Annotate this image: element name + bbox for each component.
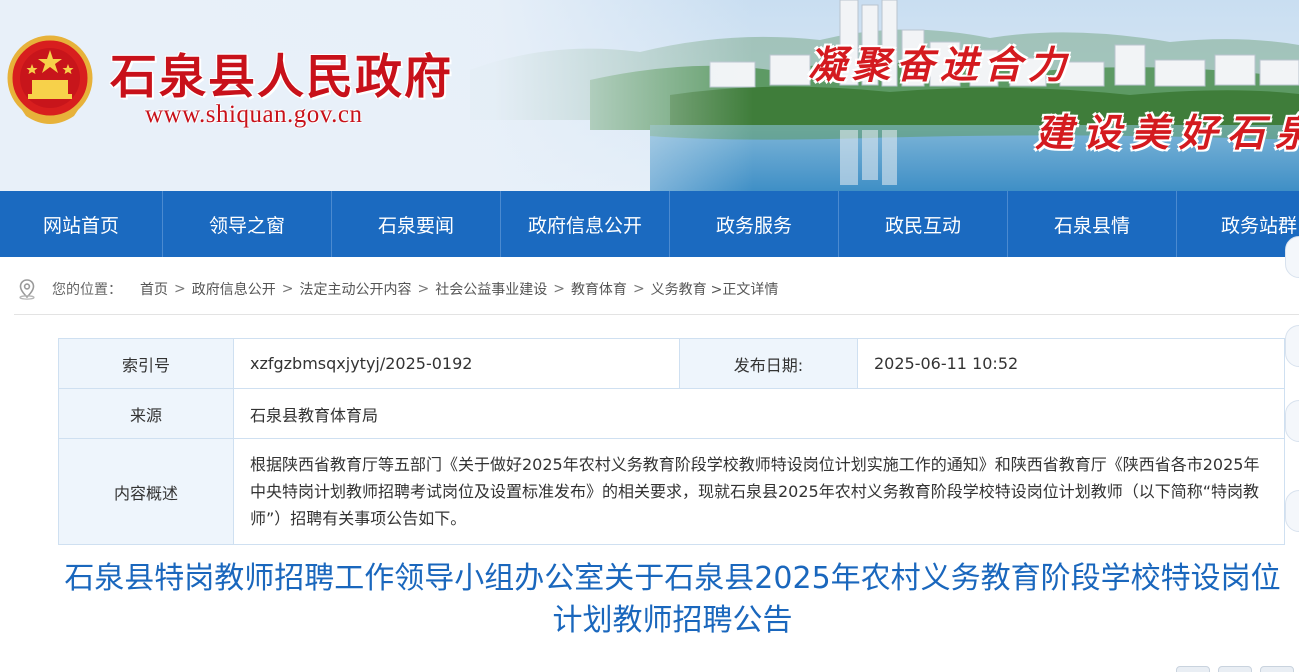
- table-row: 内容概述 根据陕西省教育厅等五部门《关于做好2025年农村义务教育阶段学校教师特…: [58, 438, 1285, 545]
- site-header: 石泉县人民政府 www.shiquan.gov.cn 凝聚奋进合力 建设美好石泉: [0, 0, 1299, 191]
- main-nav: 网站首页 领导之窗 石泉要闻 政府信息公开 政务服务 政民互动 石泉县情 政务站…: [0, 191, 1299, 257]
- index-value: xzfgzbmsqxjytyj/2025-0192: [233, 338, 680, 389]
- breadcrumb-separator: >: [281, 281, 294, 297]
- breadcrumb-separator: >: [174, 281, 186, 297]
- breadcrumb-current: >正文详情: [710, 282, 779, 298]
- breadcrumb-education-sports[interactable]: 教育体育: [571, 279, 627, 299]
- slogan-line-2: 建设美好石泉: [1035, 110, 1299, 155]
- source-label: 来源: [58, 388, 234, 439]
- nav-item-home[interactable]: 网站首页: [0, 191, 163, 257]
- index-label: 索引号: [58, 338, 234, 389]
- table-row: 来源 石泉县教育体育局: [58, 388, 1285, 439]
- breadcrumb-statutory-content[interactable]: 法定主动公开内容: [299, 279, 411, 299]
- nav-item-news[interactable]: 石泉要闻: [332, 191, 501, 257]
- side-float-button[interactable]: [1285, 400, 1299, 442]
- nav-item-interaction[interactable]: 政民互动: [839, 191, 1008, 257]
- nav-item-info-disclosure[interactable]: 政府信息公开: [501, 191, 670, 257]
- source-value: 石泉县教育体育局: [233, 388, 1285, 439]
- breadcrumb-separator: >: [417, 281, 430, 297]
- breadcrumb-compulsory-education[interactable]: 义务教育: [651, 279, 707, 299]
- breadcrumb-separator: >: [553, 281, 565, 297]
- slogan-line-1: 凝聚奋进合力: [808, 42, 1073, 87]
- bottom-tool-button[interactable]: [1260, 666, 1294, 672]
- site-url[interactable]: www.shiquan.gov.cn: [145, 101, 363, 129]
- bottom-tool-button[interactable]: [1218, 666, 1252, 672]
- nav-item-leaders[interactable]: 领导之窗: [163, 191, 332, 257]
- nav-item-site-group[interactable]: 政务站群: [1177, 191, 1299, 257]
- national-emblem-icon: [7, 35, 93, 124]
- bottom-tool-button[interactable]: [1176, 666, 1210, 672]
- summary-value: 根据陕西省教育厅等五部门《关于做好2025年农村义务教育阶段学校教师特设岗位计划…: [233, 438, 1285, 545]
- breadcrumb-label: 您的位置：: [52, 282, 122, 298]
- document-info-table: 索引号 xzfgzbmsqxjytyj/2025-0192 发布日期: 2025…: [58, 338, 1285, 545]
- breadcrumb-divider: [14, 314, 1299, 315]
- breadcrumb-home[interactable]: 首页: [140, 279, 168, 299]
- nav-item-services[interactable]: 政务服务: [670, 191, 839, 257]
- breadcrumb-info-disclosure[interactable]: 政府信息公开: [192, 279, 276, 299]
- location-pin-icon: [19, 279, 35, 300]
- breadcrumb-public-welfare[interactable]: 社会公益事业建设: [435, 279, 547, 299]
- site-title[interactable]: 石泉县人民政府: [110, 38, 453, 107]
- date-label: 发布日期:: [679, 338, 858, 389]
- summary-label: 内容概述: [58, 438, 234, 545]
- breadcrumb: 您的位置： 首页 > 政府信息公开 > 法定主动公开内容 > 社会公益事业建设 > 教育…: [14, 276, 778, 302]
- nav-item-county-info[interactable]: 石泉县情: [1008, 191, 1177, 257]
- side-float-button[interactable]: [1285, 325, 1299, 367]
- article-title: 石泉县特岗教师招聘工作领导小组办公室关于石泉县2025年农村义务教育阶段学校特设…: [64, 561, 1281, 638]
- side-float-button[interactable]: [1285, 236, 1299, 278]
- date-value: 2025-06-11 10:52: [857, 338, 1285, 389]
- table-row: 索引号 xzfgzbmsqxjytyj/2025-0192 发布日期: 2025…: [58, 338, 1285, 389]
- side-float-button[interactable]: [1285, 490, 1299, 532]
- breadcrumb-separator: >: [632, 281, 645, 297]
